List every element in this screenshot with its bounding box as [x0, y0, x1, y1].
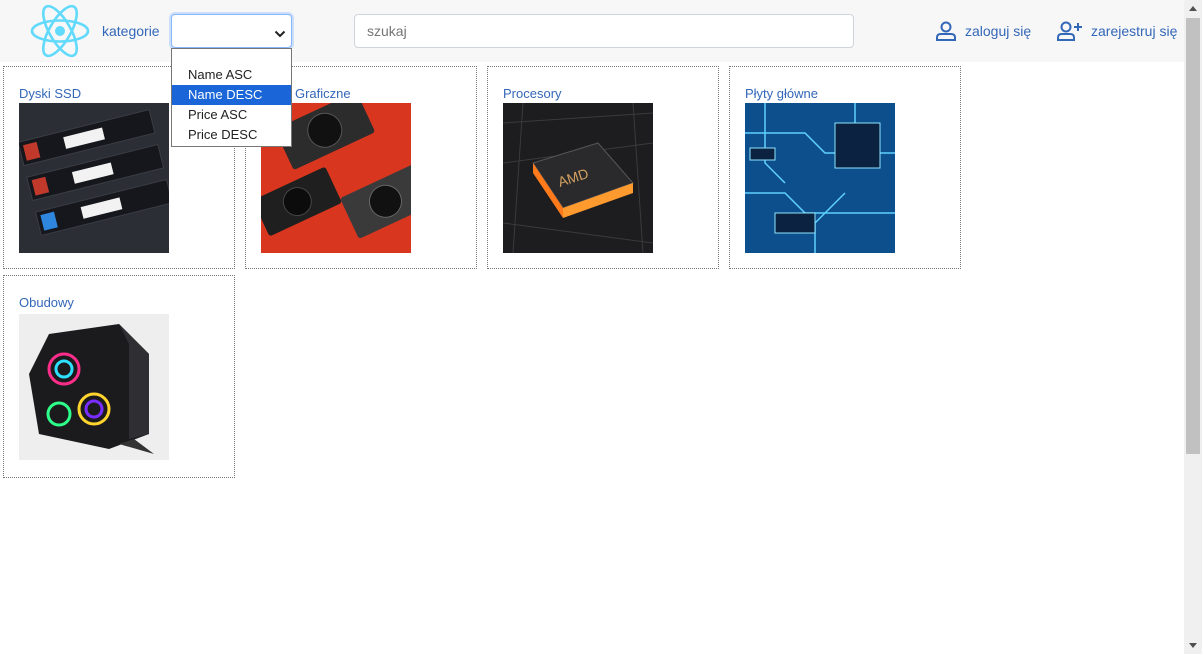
register-link[interactable]: zarejestruj się	[1057, 21, 1177, 41]
categories-link[interactable]: kategorie	[102, 23, 160, 39]
category-title[interactable]: Dyski SSD	[19, 86, 81, 101]
sort-option-name-desc[interactable]: Name DESC	[172, 85, 291, 105]
login-label: zaloguj się	[965, 23, 1032, 39]
react-logo-icon[interactable]	[30, 1, 90, 61]
motherboard-image[interactable]	[745, 103, 895, 253]
page-scrollbar[interactable]	[1184, 0, 1202, 654]
user-plus-icon	[1057, 21, 1082, 41]
sort-option-name-asc[interactable]: Name ASC	[172, 65, 291, 85]
sort-dropdown-list: Name ASC Name DESC Price ASC Price DESC	[171, 48, 292, 147]
category-card-motherboard[interactable]: Płyty główne	[729, 66, 961, 269]
scrollbar-thumb[interactable]	[1186, 18, 1200, 454]
ssd-image[interactable]	[19, 103, 169, 253]
sort-option-price-desc[interactable]: Price DESC	[172, 125, 291, 145]
category-card-cpu[interactable]: Procesory AMD	[487, 66, 719, 269]
sort-option-price-asc[interactable]: Price ASC	[172, 105, 291, 125]
chevron-down-icon	[274, 26, 286, 44]
cpu-image[interactable]: AMD	[503, 103, 653, 253]
register-label: zarejestruj się	[1091, 23, 1178, 39]
scroll-down-icon[interactable]	[1189, 643, 1197, 648]
search-input[interactable]	[354, 14, 854, 48]
user-icon	[936, 21, 956, 41]
category-title[interactable]: Procesory	[503, 86, 562, 101]
category-card-case[interactable]: Obudowy	[3, 275, 235, 478]
category-title[interactable]: Obudowy	[19, 295, 74, 310]
pc-case-image[interactable]	[19, 314, 169, 460]
login-link[interactable]: zaloguj się	[935, 21, 1031, 41]
scroll-up-icon[interactable]	[1189, 6, 1197, 11]
category-title[interactable]: Płyty główne	[745, 86, 818, 101]
sort-select[interactable]	[171, 14, 292, 48]
sort-option-empty[interactable]	[172, 49, 291, 65]
